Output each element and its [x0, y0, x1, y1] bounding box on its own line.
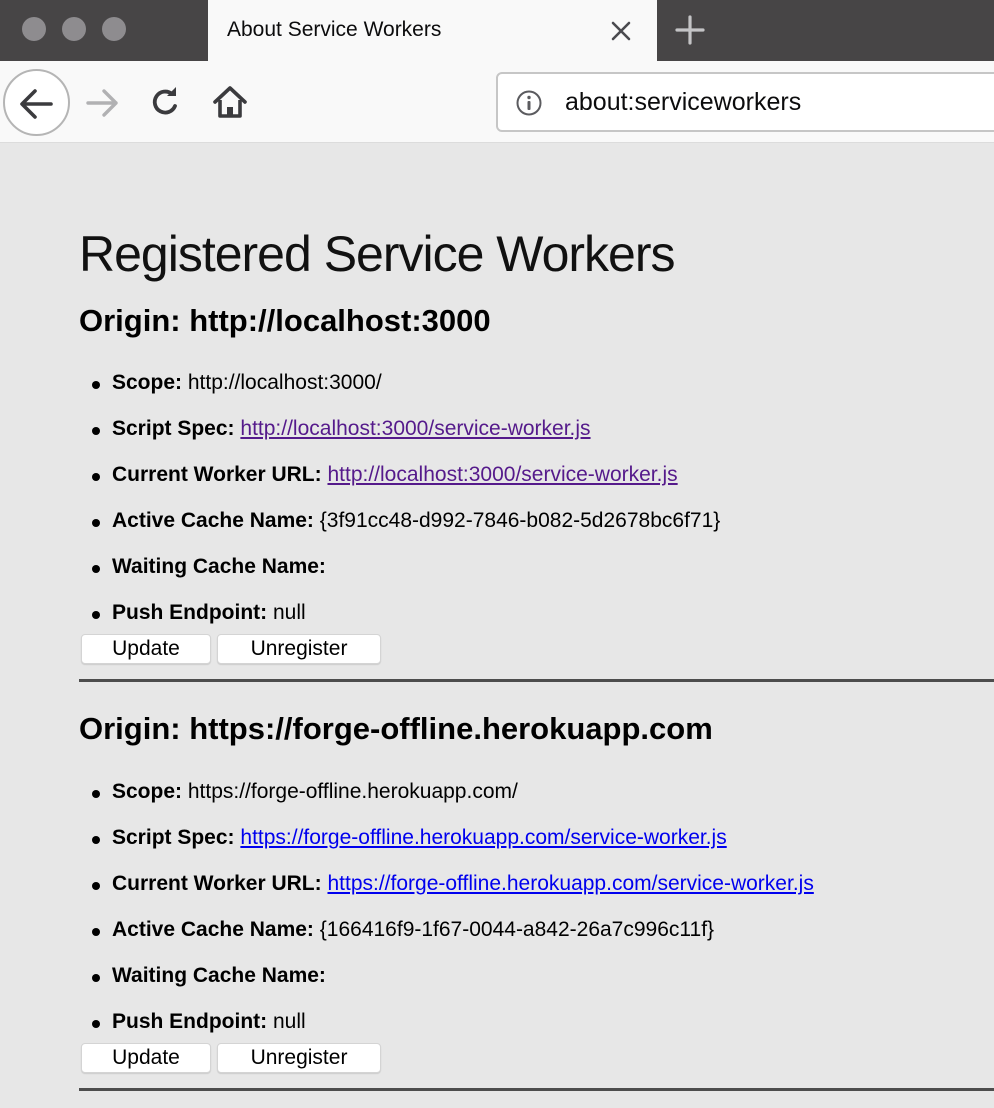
window-zoom-dot[interactable]: [102, 17, 126, 41]
waiting-cache-item: Waiting Cache Name:: [79, 964, 814, 1010]
field-label: Script Spec:: [112, 826, 235, 849]
scope-item: Scope: http://localhost:3000/: [79, 371, 720, 417]
active-cache-value: {3f91cc48-d992-7846-b082-5d2678bc6f71}: [319, 509, 721, 532]
info-icon[interactable]: [515, 89, 543, 117]
field-label: Push Endpoint:: [112, 601, 268, 624]
url-text[interactable]: about:serviceworkers: [565, 88, 801, 117]
field-label: Script Spec:: [112, 417, 235, 440]
field-label: Push Endpoint:: [112, 1010, 268, 1033]
tab-title: About Service Workers: [227, 18, 442, 41]
origin-heading: Origin: http://localhost:3000: [79, 303, 491, 338]
page-title: Registered Service Workers: [79, 226, 676, 282]
arrow-left-icon: [20, 89, 53, 119]
field-label: Waiting Cache Name:: [112, 964, 326, 987]
current-worker-item: Current Worker URL: http://localhost:300…: [79, 463, 720, 509]
back-button[interactable]: [3, 69, 70, 136]
scope-value: http://localhost:3000/: [187, 371, 382, 394]
worker-details-list: Scope: http://localhost:3000/ Script Spe…: [79, 371, 720, 647]
worker-details-list: Scope: https://forge-offline.herokuapp.c…: [79, 780, 814, 1056]
origin-heading: Origin: https://forge-offline.herokuapp.…: [79, 711, 713, 746]
plus-icon[interactable]: [670, 12, 710, 48]
script-spec-item: Script Spec: http://localhost:3000/servi…: [79, 417, 720, 463]
waiting-cache-item: Waiting Cache Name:: [79, 555, 720, 601]
unregister-button[interactable]: Unregister: [217, 1043, 381, 1073]
field-label: Current Worker URL:: [112, 872, 322, 895]
active-cache-item: Active Cache Name: {166416f9-1f67-0044-a…: [79, 918, 814, 964]
field-label: Active Cache Name:: [112, 509, 314, 532]
field-label: Scope:: [112, 371, 183, 394]
scope-value: https://forge-offline.herokuapp.com/: [187, 780, 518, 803]
tab-strip: About Service Workers: [0, 0, 994, 62]
url-bar[interactable]: about:serviceworkers: [496, 72, 994, 132]
active-cache-value: {166416f9-1f67-0044-a842-26a7c996c11f}: [319, 918, 715, 941]
field-label: Waiting Cache Name:: [112, 555, 326, 578]
field-label: Scope:: [112, 780, 183, 803]
push-endpoint-value: null: [273, 601, 306, 624]
active-cache-item: Active Cache Name: {3f91cc48-d992-7846-b…: [79, 509, 720, 555]
field-label: Current Worker URL:: [112, 463, 322, 486]
window-close-dot[interactable]: [22, 17, 46, 41]
reload-icon[interactable]: [148, 85, 184, 121]
update-button[interactable]: Update: [81, 634, 211, 664]
push-endpoint-value: null: [273, 1010, 306, 1033]
window-minimize-dot[interactable]: [62, 17, 86, 41]
worker-actions: Update Unregister: [81, 634, 381, 664]
tab-about-service-workers[interactable]: About Service Workers: [208, 0, 657, 62]
worker-actions: Update Unregister: [81, 1043, 381, 1073]
script-spec-link[interactable]: http://localhost:3000/service-worker.js: [240, 417, 590, 440]
current-worker-link[interactable]: http://localhost:3000/service-worker.js: [327, 463, 677, 486]
arrow-right-icon[interactable]: [84, 87, 122, 119]
scope-item: Scope: https://forge-offline.herokuapp.c…: [79, 780, 814, 826]
script-spec-link[interactable]: https://forge-offline.herokuapp.com/serv…: [240, 826, 726, 849]
current-worker-link[interactable]: https://forge-offline.herokuapp.com/serv…: [327, 872, 813, 895]
home-icon[interactable]: [211, 83, 249, 121]
script-spec-item: Script Spec: https://forge-offline.herok…: [79, 826, 814, 872]
unregister-button[interactable]: Unregister: [217, 634, 381, 664]
section-divider: [79, 679, 994, 682]
update-button[interactable]: Update: [81, 1043, 211, 1073]
section-divider: [79, 1088, 994, 1091]
close-icon[interactable]: [606, 16, 636, 46]
current-worker-item: Current Worker URL: https://forge-offlin…: [79, 872, 814, 918]
navigation-toolbar: about:serviceworkers: [0, 61, 994, 143]
field-label: Active Cache Name:: [112, 918, 314, 941]
